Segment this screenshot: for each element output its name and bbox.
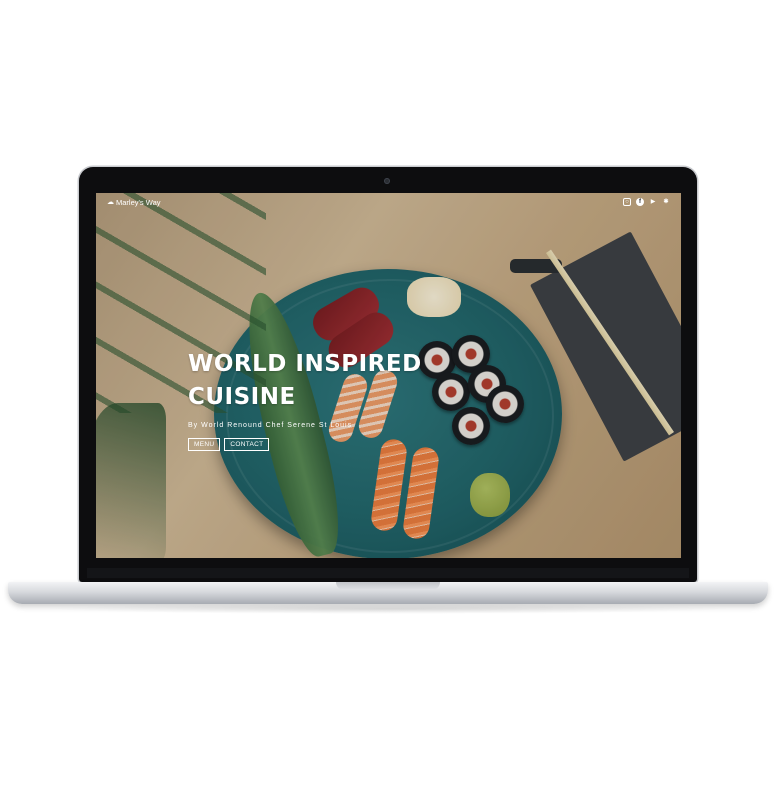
facebook-icon[interactable]: f — [636, 198, 644, 206]
lid-bezel-bottom — [87, 568, 689, 578]
hero-title-line-1: WORLD INSPIRED — [188, 351, 422, 377]
social-links: ○ f ▶ ✱ — [623, 198, 670, 206]
lid-opening-notch — [336, 582, 440, 590]
hero-title-line-2: CUISINE — [188, 383, 296, 410]
hero-buttons: MENU CONTACT — [188, 437, 422, 451]
logo-text: Marley's Way — [116, 198, 161, 207]
hero-section: WORLD INSPIRED CUISINE By World Renound … — [188, 348, 422, 451]
yelp-icon[interactable]: ✱ — [662, 198, 670, 206]
site-logo[interactable]: ☁ Marley's Way — [107, 198, 161, 207]
laptop-base — [8, 582, 768, 604]
instagram-icon[interactable]: ○ — [623, 198, 631, 206]
laptop-screen: ☁ Marley's Way ○ f ▶ ✱ WORLD INSPIRED CU… — [96, 193, 681, 558]
top-nav: ☁ Marley's Way ○ f ▶ ✱ — [96, 193, 681, 213]
laptop-lid: ☁ Marley's Way ○ f ▶ ✱ WORLD INSPIRED CU… — [79, 167, 697, 582]
hero-subtitle: By World Renound Chef Serene St Louis — [188, 421, 353, 429]
contact-button[interactable]: CONTACT — [224, 437, 270, 451]
menu-button[interactable]: MENU — [188, 437, 221, 451]
hero-title: WORLD INSPIRED CUISINE — [188, 348, 422, 414]
webcam — [384, 178, 390, 184]
chef-hat-icon: ☁ — [107, 199, 114, 206]
twitter-icon[interactable]: ▶ — [649, 198, 657, 206]
laptop-shadow — [40, 604, 736, 614]
